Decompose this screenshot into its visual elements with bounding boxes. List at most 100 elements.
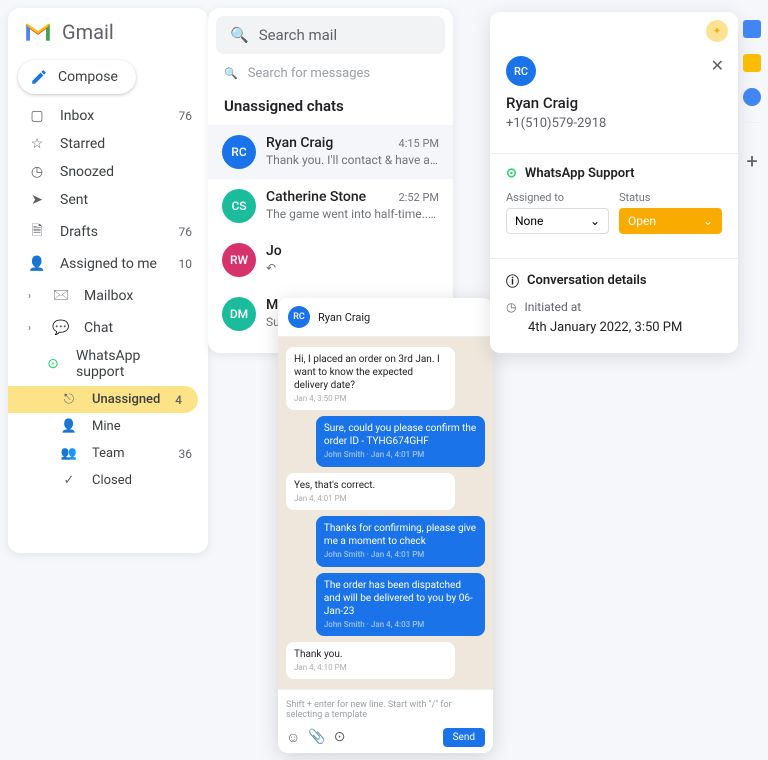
detail-top-bar: ✦ — [490, 12, 738, 50]
avatar: RC — [222, 135, 256, 169]
clock-icon: ◷ — [506, 300, 516, 314]
nav-unassigned[interactable]: ⎋Unassigned4 — [8, 386, 198, 413]
chat-item-rw[interactable]: RW Jo ↶ — [208, 233, 453, 287]
initiated-value: 4th January 2022, 3:50 PM — [506, 320, 722, 335]
initiated-row: ◷ Initiated at — [506, 300, 722, 314]
person-icon: 👤 — [28, 256, 46, 272]
message-in: Thank you.Jan 4, 4:10 PM — [286, 642, 455, 679]
compose-button[interactable]: Compose — [18, 60, 136, 94]
status-select[interactable]: Open⌄ — [619, 208, 722, 234]
support-section-title: ⊙ WhatsApp Support — [506, 166, 722, 181]
chevron-down-icon: ⌄ — [590, 214, 600, 228]
message-out: Sure, could you please confirm the order… — [316, 416, 485, 466]
nav-list: ▢Inbox76 ☆Starred ◷Snoozed ➤Sent 🗎Drafts… — [8, 102, 208, 494]
reply-icon: ↶ — [266, 261, 439, 275]
star-icon: ☆ — [28, 136, 46, 152]
nav-sent[interactable]: ➤Sent — [8, 186, 208, 214]
chat-time: 2:52 PM — [399, 191, 439, 204]
avatar: RC — [288, 306, 310, 328]
search-icon: 🔍 — [230, 26, 249, 44]
nav-mailbox[interactable]: ›🖂Mailbox — [8, 278, 208, 314]
chat-section-title: Unassigned chats — [208, 89, 453, 125]
emoji-icon[interactable]: ☺ — [286, 729, 300, 746]
search-icon: 🔍 — [224, 67, 238, 80]
send-button[interactable]: Send — [443, 728, 485, 747]
unassigned-icon: ⎋ — [60, 392, 78, 407]
send-icon: ➤ — [28, 192, 46, 208]
message-out: Thanks for confirming, please give me a … — [316, 516, 485, 566]
info-icon: ⓘ — [506, 271, 519, 290]
nav-drafts[interactable]: 🗎Drafts76 — [8, 214, 208, 250]
chat-name: Jo — [266, 243, 282, 259]
conversation-contact-name: Ryan Craig — [318, 311, 370, 324]
message-in: Yes, that's correct.Jan 4, 4:01 PM — [286, 473, 455, 510]
nav-team[interactable]: 👥Team36 — [8, 440, 208, 467]
person-icon: 👤 — [60, 419, 78, 434]
gmail-header: Gmail — [8, 20, 208, 56]
chat-time: 4:15 PM — [399, 137, 439, 150]
add-addon-button[interactable]: + — [746, 149, 757, 173]
calendar-icon[interactable] — [743, 20, 761, 38]
chevron-right-icon: › — [28, 291, 36, 302]
inbox-icon: ▢ — [28, 108, 46, 124]
chat-preview: Thank you. I'll contact & have a... — [266, 153, 439, 167]
pencil-icon — [30, 68, 48, 86]
avatar: CS — [222, 189, 256, 223]
avatar: RC — [506, 56, 536, 86]
avatar: DM — [222, 297, 256, 331]
chat-name: Ryan Craig — [266, 135, 333, 151]
assigned-select[interactable]: None⌄ — [506, 208, 609, 234]
chevron-down-icon: ⌄ — [703, 214, 713, 228]
conversation-body[interactable]: Hi, I placed an order on 3rd Jan. I want… — [278, 337, 493, 689]
search-mail-placeholder: Search mail — [259, 26, 337, 44]
conversation-header: RC Ryan Craig — [278, 298, 493, 337]
conv-details-title: ⓘ Conversation details — [506, 271, 722, 290]
gmail-logo-icon — [24, 21, 52, 43]
gmail-title: Gmail — [62, 20, 114, 44]
contact-phone: +1(510)579-2918 — [506, 116, 722, 131]
nav-mine[interactable]: 👤Mine — [8, 413, 208, 440]
keep-icon[interactable] — [743, 54, 761, 72]
whatsapp-icon: ⊙ — [44, 356, 62, 372]
chat-item-catherine[interactable]: CS Catherine Stone 2:52 PM The game went … — [208, 179, 453, 233]
nav-snoozed[interactable]: ◷Snoozed — [8, 158, 208, 186]
assigned-label: Assigned to — [506, 191, 609, 204]
conversation-input-area: Shift + enter for new line. Start with "… — [278, 689, 493, 753]
message-in: Hi, I placed an order on 3rd Jan. I want… — [286, 347, 455, 410]
nav-chat[interactable]: ›💬Chat — [8, 314, 208, 342]
chat-item-ryan[interactable]: RC Ryan Craig 4:15 PM Thank you. I'll con… — [208, 125, 453, 179]
whatsapp-icon[interactable]: ⊙ — [334, 729, 346, 746]
status-label: Status — [619, 191, 722, 204]
conversation-panel: RC Ryan Craig Hi, I placed an order on 3… — [278, 298, 493, 753]
chat-icon: 💬 — [52, 320, 70, 336]
detail-panel: ✦ RC ✕ Ryan Craig +1(510)579-2918 ⊙ What… — [490, 12, 738, 353]
clock-icon: ◷ — [28, 164, 46, 180]
message-input[interactable]: Shift + enter for new line. Start with "… — [286, 696, 485, 728]
chat-preview: The game went into half-time... 2 — [266, 207, 439, 223]
search-messages-input[interactable]: 🔍 Search for messages — [208, 54, 453, 89]
gmail-sidebar: Gmail Compose ▢Inbox76 ☆Starred ◷Snoozed… — [8, 8, 208, 553]
chat-name: M — [266, 297, 278, 313]
attachment-icon[interactable]: 📎 — [308, 729, 325, 746]
right-rail: + — [740, 20, 764, 173]
message-out: The order has been dispatched and will b… — [316, 573, 485, 636]
mailbox-icon: 🖂 — [52, 284, 70, 308]
search-messages-placeholder: Search for messages — [248, 66, 370, 81]
chevron-right-icon: › — [28, 323, 36, 334]
team-icon: 👥 — [60, 446, 78, 461]
avatar: RW — [222, 243, 256, 277]
nav-inbox[interactable]: ▢Inbox76 — [8, 102, 208, 130]
search-mail-input[interactable]: 🔍 Search mail — [216, 16, 445, 54]
nav-closed[interactable]: ✓Closed — [8, 467, 208, 494]
spinner-icon: ✦ — [706, 20, 728, 42]
nav-assigned[interactable]: 👤Assigned to me10 — [8, 250, 208, 278]
contact-name: Ryan Craig — [506, 94, 722, 112]
nav-whatsapp-support[interactable]: ⊙WhatsApp support — [8, 342, 208, 386]
check-icon: ✓ — [60, 473, 78, 488]
compose-label: Compose — [58, 69, 118, 85]
tasks-icon[interactable] — [743, 88, 761, 106]
whatsapp-icon: ⊙ — [506, 166, 517, 181]
nav-starred[interactable]: ☆Starred — [8, 130, 208, 158]
chat-name: Catherine Stone — [266, 189, 366, 205]
close-button[interactable]: ✕ — [711, 56, 724, 75]
